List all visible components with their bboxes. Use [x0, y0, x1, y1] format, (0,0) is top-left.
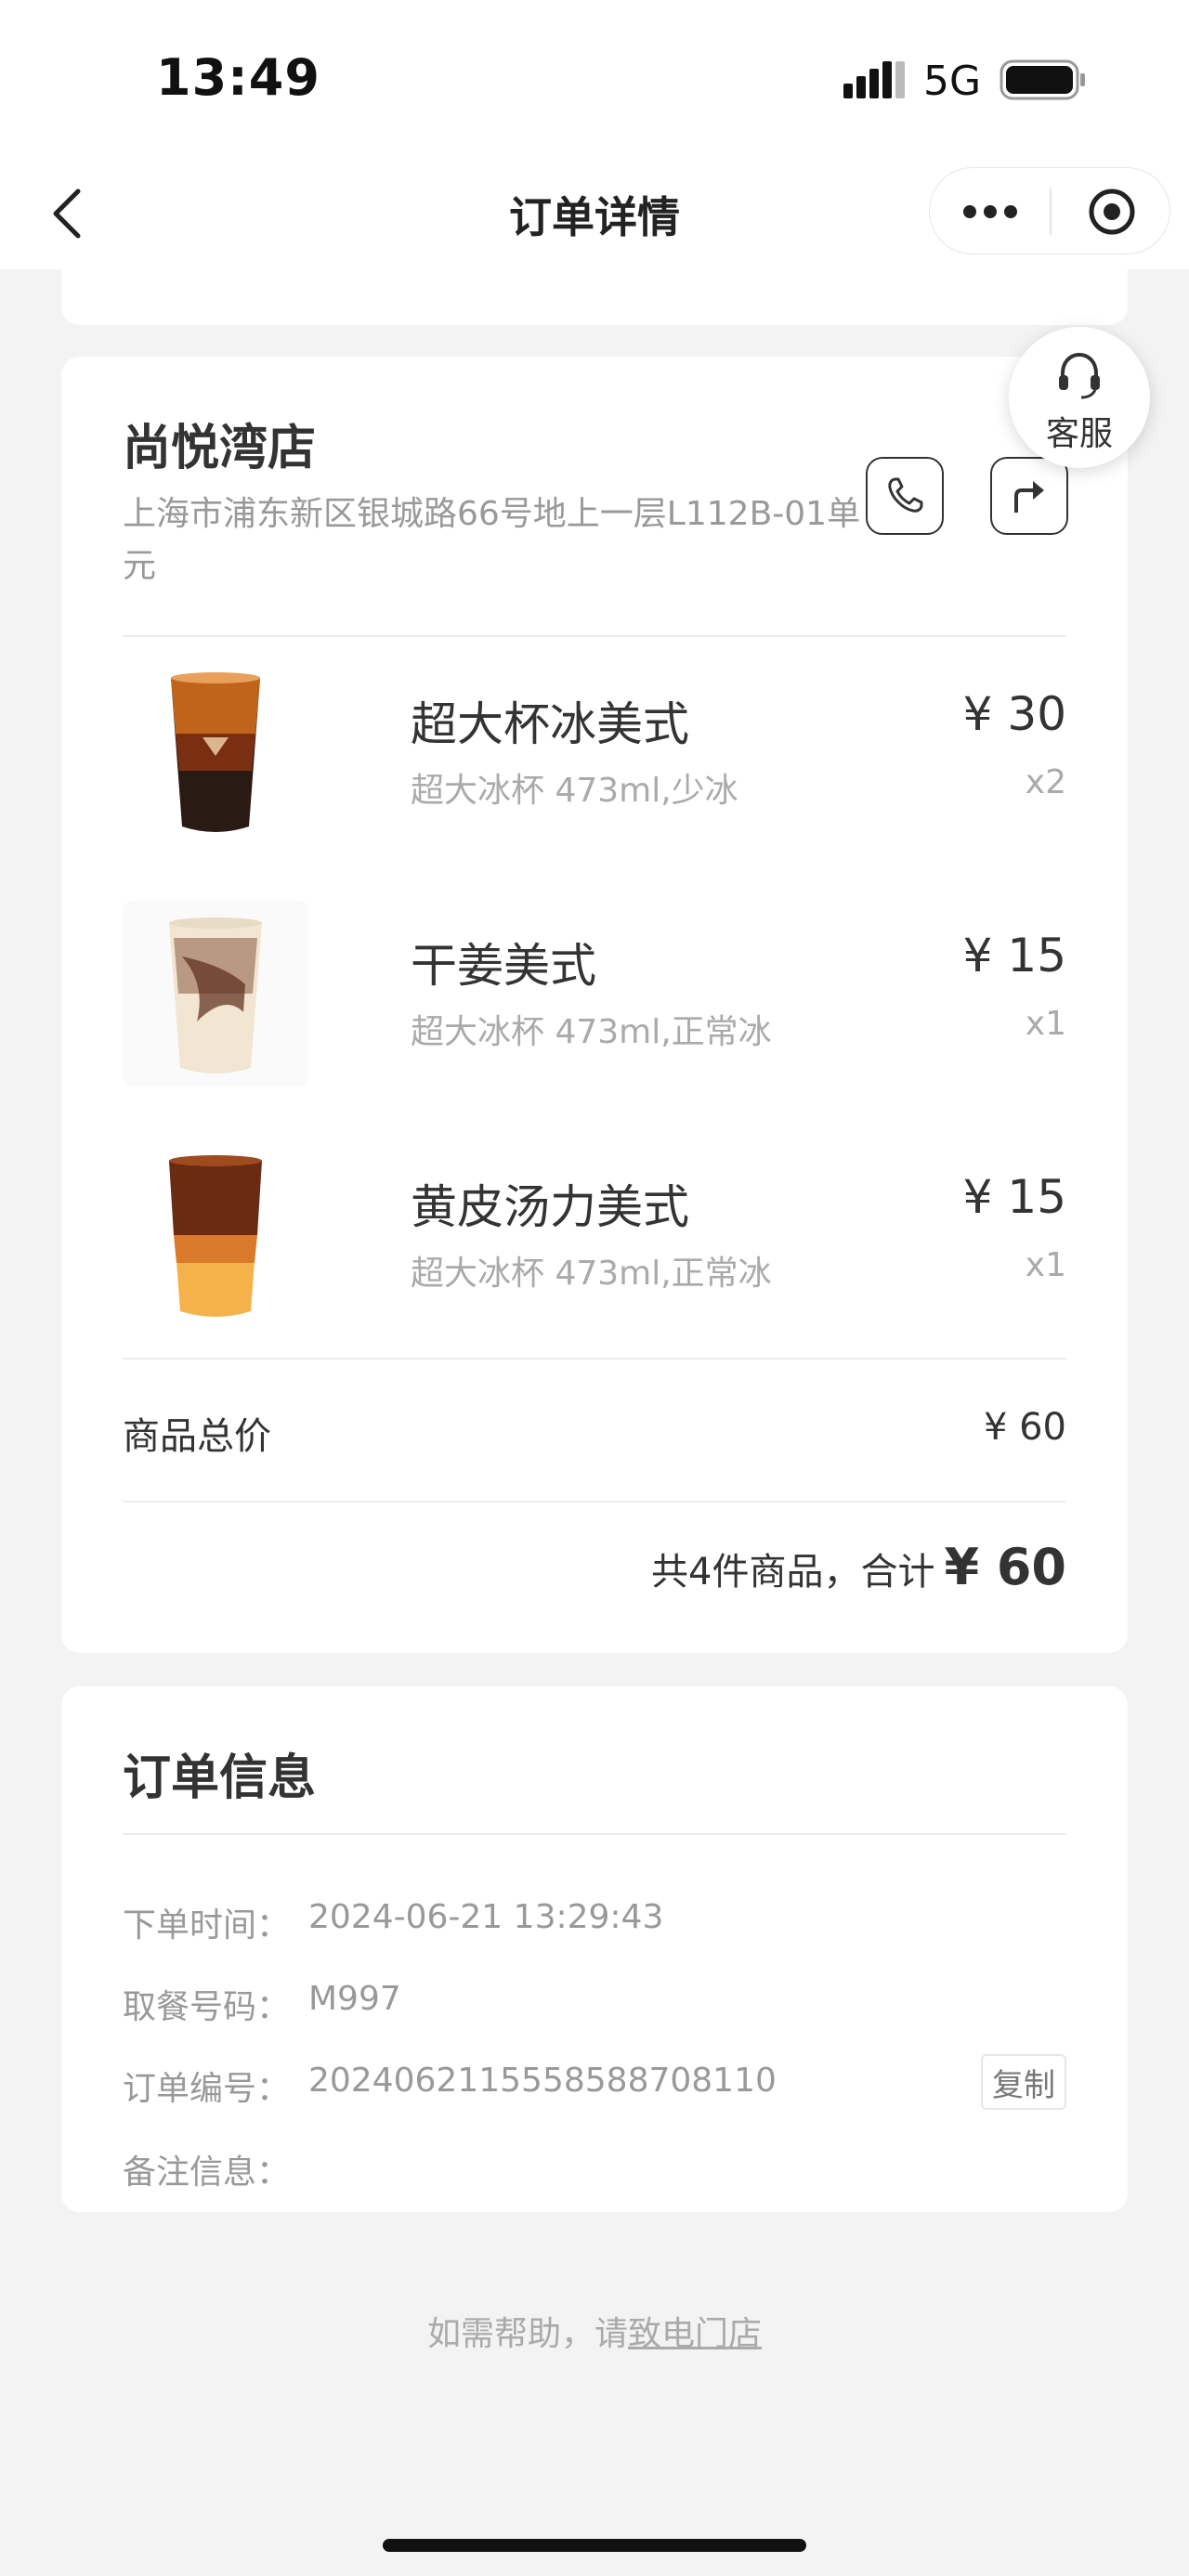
headset-icon — [1059, 352, 1100, 399]
order-info-title: 订单信息 — [123, 1750, 317, 1806]
divider — [123, 1833, 1066, 1835]
divider — [123, 1501, 1066, 1503]
item-price: ¥ 15 — [962, 1170, 1066, 1224]
divider — [123, 635, 1066, 637]
order-item: 超大杯冰美式 超大冰杯 473ml,少冰 ¥ 30 x2 — [123, 659, 1066, 845]
divider — [123, 1358, 1066, 1360]
order-item: 黄皮汤力美式 超大冰杯 473ml,正常冰 ¥ 15 x1 — [123, 1142, 1066, 1328]
customer-service-button[interactable]: 客服 — [1009, 327, 1150, 468]
target-close-icon — [1089, 189, 1134, 235]
network-type: 5G — [923, 58, 982, 105]
phone-icon — [888, 477, 923, 513]
order-number-row: 订单编号： 20240621155585887081​10 复制 — [123, 2054, 1066, 2110]
mini-program-capsule — [929, 167, 1170, 254]
item-spec: 超大冰杯 473ml,正常冰 — [411, 1013, 772, 1051]
info-label: 订单编号： — [123, 2070, 291, 2108]
help-line: 如需帮助，请致电门店 — [0, 2307, 1189, 2355]
more-button[interactable] — [930, 168, 1051, 255]
more-icon — [963, 205, 1017, 218]
order-time-row: 下单时间： 2024-06-21 13:29:43 — [123, 1891, 1066, 1946]
info-label: 备注信息： — [123, 2153, 291, 2192]
previous-card — [61, 269, 1128, 325]
battery-icon — [1000, 59, 1085, 100]
store-address: 上海市浦东新区银城路66号地上一层L112B-01单元 — [123, 495, 861, 585]
item-spec: 超大冰杯 473ml,少冰 — [411, 772, 738, 810]
order-item: 干姜美式 超大冰杯 473ml,正常冰 ¥ 15 x1 — [123, 901, 1066, 1086]
total-row: 共4件商品，合计 ¥ 60 — [651, 1538, 1066, 1596]
navigate-button[interactable] — [990, 457, 1068, 535]
order-info-card: 订单信息 下单时间： 2024-06-21 13:29:43 取餐号码： M99… — [61, 1686, 1128, 2212]
product-image — [123, 901, 308, 1086]
item-quantity: x2 — [1025, 763, 1066, 801]
item-price: ¥ 15 — [962, 929, 1066, 982]
item-name: 超大杯冰美式 — [411, 697, 689, 751]
status-time: 13:49 — [156, 48, 320, 107]
remarks-row: 备注信息： — [123, 2138, 1066, 2193]
item-name: 干姜美式 — [411, 939, 596, 993]
copy-order-number-button[interactable]: 复制 — [981, 2054, 1066, 2110]
pickup-number-row: 取餐号码： M997 — [123, 1972, 1066, 2028]
order-time-value: 2024-06-21 13:29:43 — [308, 1898, 664, 1936]
info-label: 取餐号码： — [123, 1988, 291, 2026]
item-quantity: x1 — [1025, 1246, 1066, 1284]
item-price: ¥ 30 — [962, 687, 1066, 741]
status-bar: 13:49 5G — [0, 0, 1189, 158]
product-image — [123, 659, 308, 845]
store-name: 尚悦湾店 — [123, 421, 317, 476]
item-name: 黄皮汤力美式 — [411, 1180, 689, 1234]
subtotal-label: 商品总价 — [123, 1415, 271, 1458]
subtotal-value: ¥ 60 — [983, 1406, 1066, 1449]
service-label: 客服 — [1045, 415, 1113, 453]
item-spec: 超大冰杯 473ml,正常冰 — [411, 1255, 772, 1293]
home-indicator — [383, 2539, 806, 2552]
help-prefix: 如需帮助，请 — [426, 2315, 628, 2353]
total-value: ¥ 60 — [944, 1538, 1066, 1596]
signal-icon — [843, 61, 905, 98]
info-label: 下单时间： — [123, 1906, 291, 1945]
pickup-number-value: M997 — [308, 1980, 401, 2018]
order-number-value: 20240621155585887081​10 — [308, 2062, 777, 2100]
call-store-link[interactable]: 致电门店 — [628, 2315, 762, 2353]
store-order-card: 尚悦湾店 上海市浦东新区银城路66号地上一层L112B-01单元 超大杯冰美式 … — [61, 357, 1128, 1653]
close-mini-program-button[interactable] — [1052, 168, 1171, 255]
call-store-button[interactable] — [866, 457, 944, 535]
item-quantity: x1 — [1025, 1005, 1066, 1043]
product-image — [123, 1142, 308, 1328]
directions-icon — [1014, 481, 1044, 513]
total-prefix: 共4件商品，合计 — [651, 1551, 935, 1594]
nav-bar: 订单详情 — [0, 158, 1189, 269]
